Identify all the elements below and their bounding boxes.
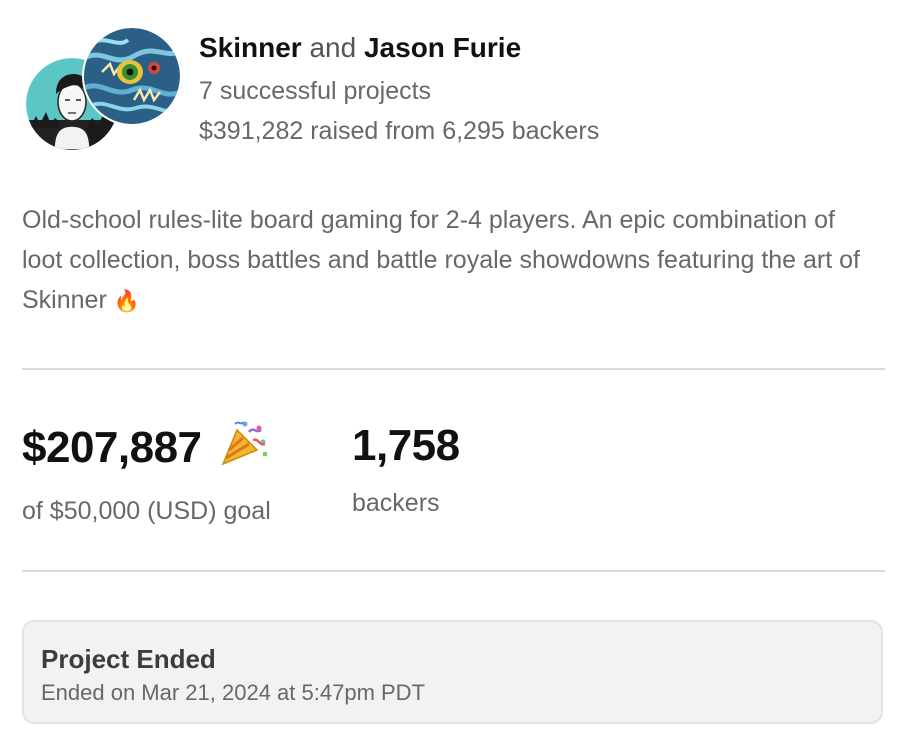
project-blurb: Old-school rules-lite board gaming for 2… [22, 200, 882, 322]
creator-link-jason-furie[interactable]: Jason Furie [364, 32, 521, 63]
creator-conjunction: and [309, 32, 357, 63]
backers-stat: 1,758 backers [352, 418, 460, 520]
creator-raised-summary: $391,282 raised from 6,295 backers [199, 117, 600, 145]
project-end-date: Ended on Mar 21, 2024 at 5:47pm PDT [41, 680, 426, 705]
creator-header: Skinner and Jason Furie 7 successful pro… [22, 26, 902, 156]
backers-label: backers [352, 489, 440, 517]
project-status-title: Project Ended [41, 644, 216, 674]
creator-avatar-jason-furie[interactable] [84, 28, 180, 124]
project-status-box: Project Ended Ended on Mar 21, 2024 at 5… [22, 620, 883, 724]
project-blurb-text: Old-school rules-lite board gaming for 2… [22, 206, 861, 314]
creator-link-skinner[interactable]: Skinner [199, 32, 302, 63]
section-divider [22, 368, 885, 370]
creator-names: Skinner and Jason Furie [199, 30, 521, 66]
fire-emoji-icon: 🔥 [113, 290, 140, 313]
pledged-stat: $207,887 of $50,000 (USD) goal [22, 418, 271, 528]
party-popper-icon [219, 418, 269, 482]
backers-count: 1,758 [352, 421, 460, 470]
pledged-amount: $207,887 [22, 423, 202, 472]
creator-avatars[interactable] [22, 26, 182, 156]
creator-projects-count[interactable]: 7 successful projects [199, 74, 431, 108]
section-divider [22, 570, 885, 572]
pledged-goal: of $50,000 (USD) goal [22, 497, 271, 525]
monster-art-avatar-icon [84, 28, 180, 124]
pledged-amount-row: $207,887 [22, 418, 271, 482]
